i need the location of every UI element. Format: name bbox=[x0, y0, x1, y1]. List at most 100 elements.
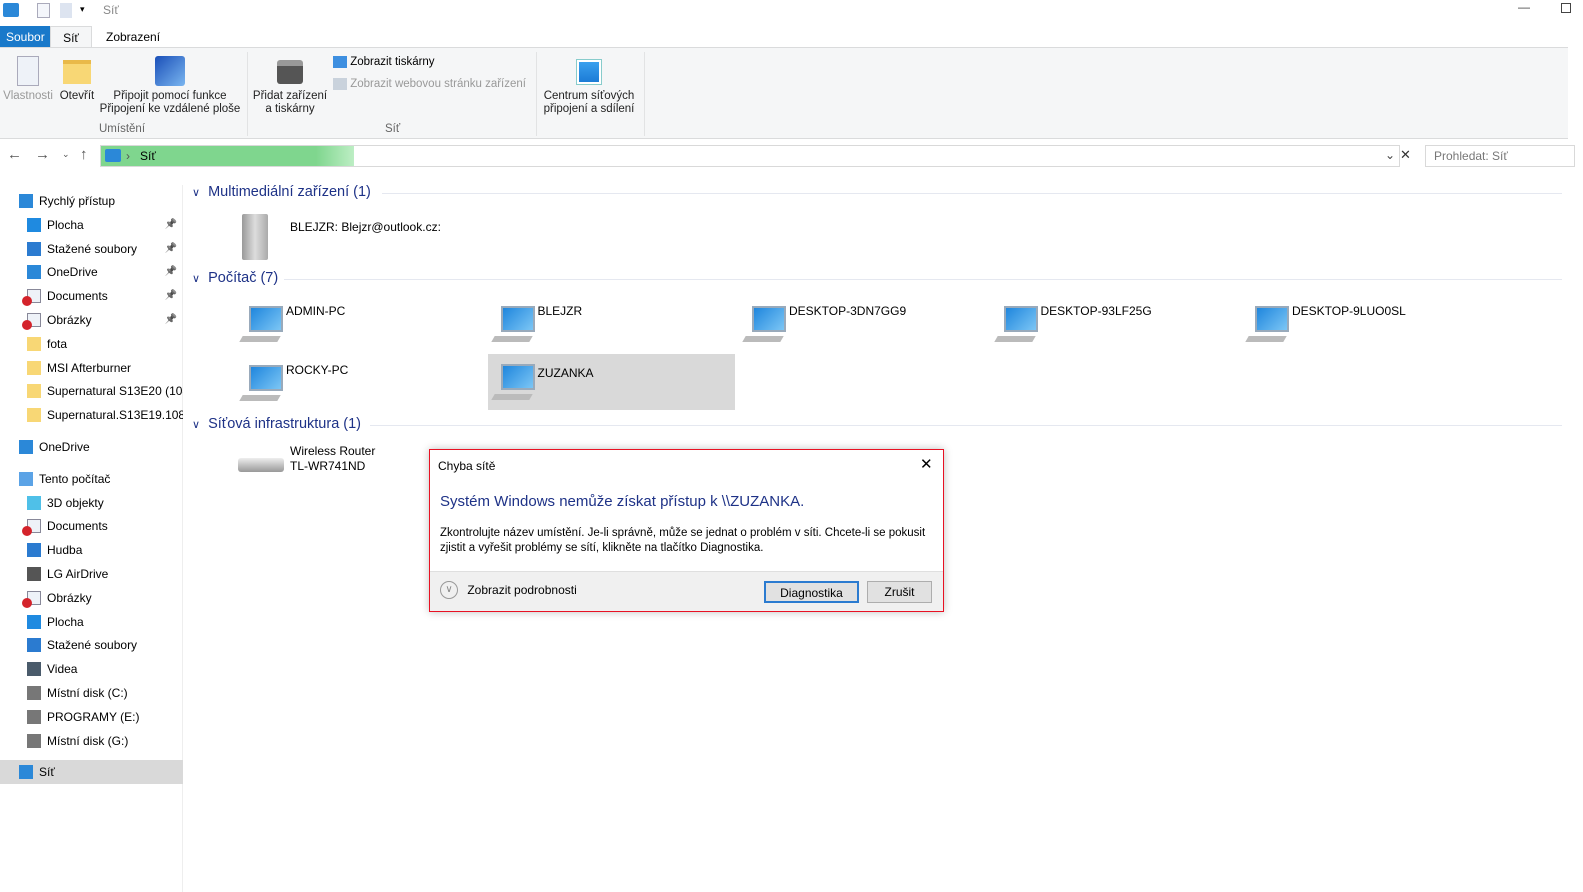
sidebar-item[interactable]: Síť bbox=[0, 760, 183, 785]
add-devices-label-2: a tiskárny bbox=[265, 103, 315, 115]
sidebar-item-label: fota bbox=[47, 336, 68, 351]
pin-icon[interactable]: 📌 bbox=[165, 213, 177, 237]
sidebar-item[interactable]: Documents 📌 bbox=[0, 284, 183, 308]
network-icon bbox=[19, 765, 33, 780]
media-device-item[interactable]: BLEJZR: Blejzr@outlook.cz: bbox=[236, 212, 476, 268]
tab-file[interactable]: Soubor bbox=[0, 26, 50, 48]
sidebar-item-label: 3D objekty bbox=[47, 495, 104, 510]
group-infra-title: Síťová infrastruktura (1) bbox=[208, 416, 362, 432]
sidebar-item[interactable]: Stažené soubory 📌 bbox=[0, 237, 183, 261]
computer-name: ROCKY-PC bbox=[286, 363, 349, 377]
search-input[interactable]: Prohledat: Síť bbox=[1425, 145, 1575, 167]
maximize-button[interactable] bbox=[1561, 3, 1571, 13]
breadcrumb-network[interactable]: Síť bbox=[140, 149, 156, 163]
computer-item[interactable]: BLEJZR bbox=[488, 298, 735, 354]
remote-desktop-button[interactable]: Připojit pomocí funkce Připojení ke vzdá… bbox=[98, 56, 242, 116]
desktop-icon bbox=[27, 614, 41, 629]
pin-icon[interactable]: 📌 bbox=[165, 260, 177, 284]
sidebar-item[interactable]: Stažené soubory bbox=[0, 633, 183, 657]
back-button[interactable]: ← bbox=[7, 146, 22, 163]
music-icon bbox=[27, 543, 41, 558]
tab-view[interactable]: Zobrazení bbox=[100, 26, 166, 48]
network-center-button[interactable]: Centrum síťových připojení a sdílení bbox=[540, 59, 638, 116]
computer-item[interactable]: DESKTOP-9LUO0SL bbox=[1242, 298, 1489, 354]
diagnose-button[interactable]: Diagnostika bbox=[764, 581, 859, 603]
sidebar-item[interactable]: Obrázky bbox=[0, 586, 183, 610]
address-bar[interactable]: › Síť ⌄ bbox=[100, 145, 1400, 167]
dialog-close-button[interactable]: ✕ bbox=[920, 455, 933, 473]
pin-icon[interactable]: 📌 bbox=[165, 308, 177, 332]
computer-name: ADMIN-PC bbox=[286, 304, 346, 318]
minimize-button[interactable]: — bbox=[1518, 0, 1530, 14]
group-header-media[interactable]: ∨ Multimediální zařízení (1) bbox=[192, 184, 1562, 200]
sidebar-item[interactable]: Hudba bbox=[0, 538, 183, 562]
sidebar-item[interactable]: Tento počítač bbox=[0, 467, 183, 491]
sidebar-item[interactable]: Místní disk (G:) bbox=[0, 729, 183, 753]
network-center-label-2: připojení a sdílení bbox=[543, 103, 635, 115]
sidebar-item-label: OneDrive bbox=[39, 440, 90, 454]
folder-icon bbox=[27, 408, 41, 423]
sidebar-item[interactable]: LG AirDrive bbox=[0, 562, 183, 586]
dialog-message: Zkontrolujte název umístění. Je-li správ… bbox=[440, 527, 926, 554]
sidebar-item[interactable]: OneDrive 📌 bbox=[0, 260, 183, 284]
add-devices-button[interactable]: Přidat zařízení a tiskárny bbox=[252, 60, 328, 116]
cube-icon bbox=[27, 495, 41, 510]
sidebar-item[interactable]: PROGRAMY (E:) bbox=[0, 705, 183, 729]
qat-dropdown-icon[interactable]: ▾ bbox=[80, 4, 85, 15]
computer-item[interactable]: ROCKY-PC bbox=[236, 357, 483, 413]
collapse-chevron-icon: ∨ bbox=[192, 187, 201, 199]
show-printers-button[interactable]: Zobrazit tiskárny bbox=[333, 56, 435, 68]
properties-button[interactable]: Vlastnosti bbox=[2, 56, 54, 103]
forward-button[interactable]: → bbox=[35, 146, 50, 163]
phone-icon bbox=[27, 567, 41, 581]
sidebar-item[interactable]: Plocha bbox=[0, 610, 183, 634]
sidebar-item[interactable]: Místní disk (C:) bbox=[0, 681, 183, 705]
show-details-label: Zobrazit podrobnosti bbox=[467, 583, 577, 597]
sidebar-item[interactable]: Supernatural.S13E19.1080p bbox=[0, 403, 183, 427]
breadcrumb-chevron-icon: › bbox=[126, 149, 130, 163]
pin-icon[interactable]: 📌 bbox=[165, 237, 177, 261]
properties-qat-icon[interactable] bbox=[37, 3, 50, 18]
sidebar-item-label: Documents bbox=[47, 519, 108, 534]
sidebar-item[interactable]: Supernatural S13E20 (1080 bbox=[0, 379, 183, 403]
group-header-infrastructure[interactable]: ∨ Síťová infrastruktura (1) bbox=[192, 416, 1562, 432]
computer-item[interactable]: ZUZANKA bbox=[487, 354, 735, 410]
sidebar-item-label: Síť bbox=[39, 765, 55, 780]
computer-item[interactable]: ADMIN-PC bbox=[236, 298, 483, 354]
pin-icon[interactable]: 📌 bbox=[165, 284, 177, 308]
sidebar-item-label: PROGRAMY (E:) bbox=[47, 709, 140, 724]
sidebar-item[interactable]: Plocha 📌 bbox=[0, 213, 183, 237]
address-dropdown-icon[interactable]: ⌄ bbox=[1385, 148, 1395, 162]
sidebar-item[interactable]: Documents bbox=[0, 514, 183, 538]
dialog-heading: Systém Windows nemůže získat přístup k \… bbox=[440, 493, 805, 510]
sidebar-item[interactable]: Obrázky 📌 bbox=[0, 308, 183, 332]
group-header-computers[interactable]: ∨ Počítač (7) bbox=[192, 270, 1562, 286]
up-button[interactable]: ↑ bbox=[80, 146, 88, 163]
cloud-icon bbox=[27, 265, 41, 280]
properties-label: Vlastnosti bbox=[3, 90, 53, 102]
new-folder-qat-icon[interactable] bbox=[60, 3, 72, 18]
computer-name: DESKTOP-3DN7GG9 bbox=[789, 304, 907, 318]
sidebar-item[interactable]: Videa bbox=[0, 657, 183, 681]
open-button[interactable]: Otevřít bbox=[56, 56, 98, 103]
printer-icon bbox=[277, 60, 303, 84]
sidebar-item[interactable]: fota bbox=[0, 332, 183, 356]
recent-locations-button[interactable]: ⌄ bbox=[62, 149, 70, 160]
tab-network[interactable]: Síť bbox=[50, 26, 92, 49]
dialog-footer: ∨ Zobrazit podrobnosti Diagnostika Zruši… bbox=[430, 571, 943, 611]
collapse-chevron-icon: ∨ bbox=[192, 273, 201, 285]
sidebar-item[interactable]: Rychlý přístup bbox=[0, 189, 183, 213]
refresh-cancel-button[interactable]: ✕ bbox=[1400, 147, 1411, 163]
sidebar-item-label: Plocha bbox=[47, 614, 84, 629]
doc-error-icon bbox=[22, 519, 41, 537]
sidebar-item[interactable]: MSI Afterburner bbox=[0, 356, 183, 380]
show-details-toggle[interactable]: ∨ Zobrazit podrobnosti bbox=[440, 581, 577, 599]
sidebar-item[interactable]: 3D objekty bbox=[0, 491, 183, 515]
web-page-icon bbox=[333, 78, 347, 90]
chevron-down-circle-icon: ∨ bbox=[440, 581, 458, 599]
media-device-name: BLEJZR: Blejzr@outlook.cz: bbox=[290, 220, 441, 234]
computer-item[interactable]: DESKTOP-3DN7GG9 bbox=[739, 298, 986, 354]
sidebar-item[interactable]: OneDrive bbox=[0, 435, 183, 459]
computer-item[interactable]: DESKTOP-93LF25G bbox=[991, 298, 1238, 354]
cancel-button[interactable]: Zrušit bbox=[867, 581, 932, 603]
